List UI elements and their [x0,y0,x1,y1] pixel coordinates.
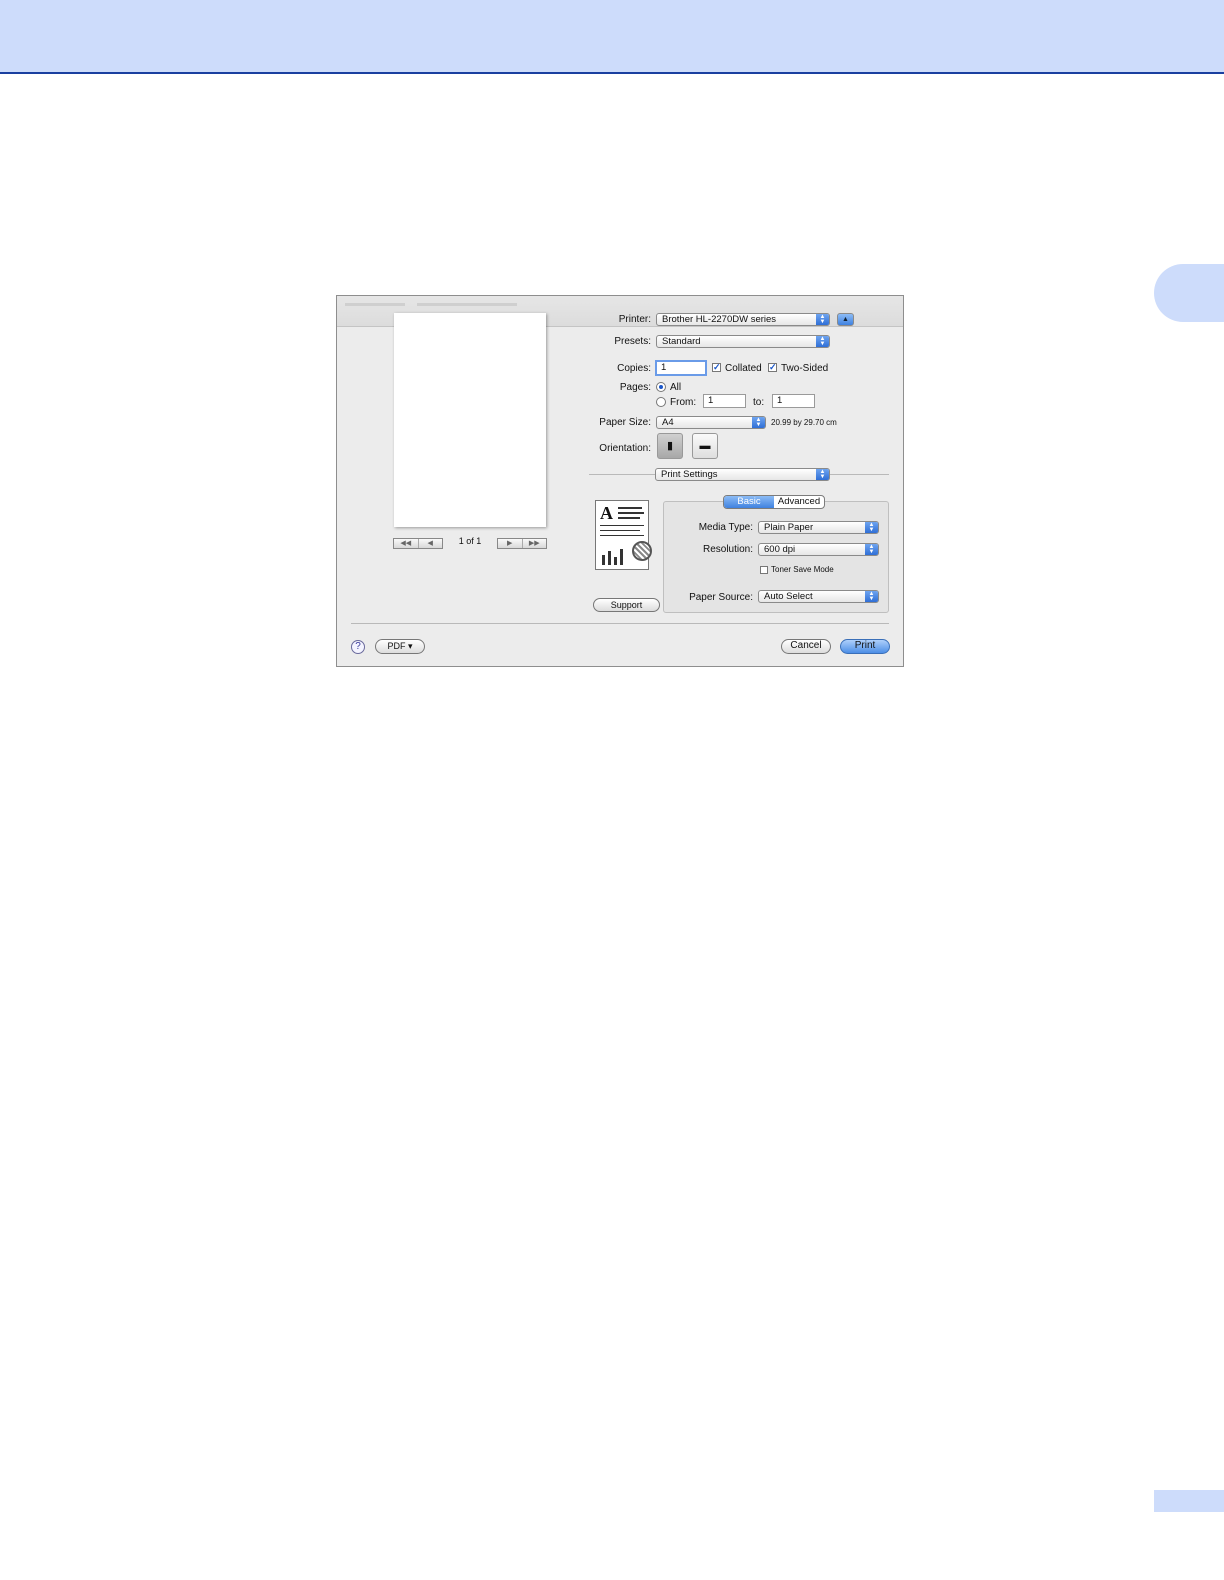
next-page-icon[interactable]: ▶ [498,539,523,548]
popup-arrows-icon: ▲ ▼ [865,544,878,555]
collated-checkbox[interactable]: ✓ [712,363,721,372]
preview-nav-back[interactable]: ◀◀ ◀ [393,538,443,549]
landscape-button[interactable]: ▬ [692,433,718,459]
disclosure-triangle-icon: ▲ [842,316,849,323]
portrait-icon: ▮ [666,440,674,452]
pages-to-label: to: [753,397,765,408]
last-page-icon[interactable]: ▶▶ [523,539,547,548]
tab-basic[interactable]: Basic [724,496,774,508]
media-type-value: Plain Paper [764,522,814,533]
printer-value: Brother HL-2270DW series [662,314,777,325]
printer-select[interactable]: Brother HL-2270DW series ▲ ▼ [656,313,830,326]
resolution-value: 600 dpi [764,544,796,555]
pages-from-radio[interactable] [656,397,666,407]
popup-arrows-icon: ▲ ▼ [816,336,829,347]
first-page-icon[interactable]: ◀◀ [394,539,419,548]
print-button[interactable]: Print [840,639,890,654]
page-counter: 1 of 1 [458,536,482,546]
tab-advanced[interactable]: Advanced [774,496,824,508]
support-button[interactable]: Support [593,598,660,612]
copies-field[interactable]: 1 [655,360,707,376]
paper-source-label: Paper Source: [689,592,753,603]
presets-value: Standard [662,336,701,347]
popup-arrows-icon: ▲ ▼ [816,314,829,325]
resolution-label: Resolution: [702,544,753,555]
cancel-button[interactable]: Cancel [781,639,831,654]
bottom-separator [351,623,889,624]
media-type-select[interactable]: Plain Paper ▲ ▼ [758,521,879,534]
help-icon[interactable]: ? [351,640,365,654]
toner-save-checkbox[interactable] [760,566,768,574]
pages-label: Pages: [619,382,651,393]
paper-size-select[interactable]: A4 ▲ ▼ [656,416,766,429]
paper-source-value: Auto Select [764,591,813,602]
settings-tabs: Basic Advanced [723,495,825,509]
two-sided-label: Two-Sided [781,363,829,374]
popup-arrows-icon: ▲ ▼ [752,417,765,428]
page-number-tab [1154,1490,1224,1512]
portrait-button[interactable]: ▮ [657,433,683,459]
pages-from-label: From: [670,397,697,408]
popup-arrows-icon: ▲ ▼ [865,522,878,533]
magnifier-icon [632,541,652,561]
preview-nav-forward[interactable]: ▶ ▶▶ [497,538,547,549]
print-settings-select[interactable]: Print Settings ▲ ▼ [655,468,830,481]
chapter-side-tab [1154,264,1224,322]
pages-from-field[interactable]: 1 [703,394,746,408]
paper-dimensions: 20.99 by 29.70 cm [771,418,837,427]
paper-size-value: A4 [662,417,674,428]
collated-label: Collated [725,363,762,374]
pages-all-label: All [670,382,682,393]
toner-save-label: Toner Save Mode [771,565,834,574]
pages-to-field[interactable]: 1 [772,394,815,408]
media-type-label: Media Type: [698,522,753,533]
two-sided-checkbox[interactable]: ✓ [768,363,777,372]
pdf-menu-button[interactable]: PDF ▾ [375,639,425,654]
document-thumbnail-icon: A [595,500,652,570]
landscape-icon: ▬ [699,440,711,452]
popup-arrows-icon: ▲ ▼ [816,469,829,480]
resolution-select[interactable]: 600 dpi ▲ ▼ [758,543,879,556]
page-preview [394,313,546,527]
printer-label: Printer: [618,314,651,325]
paper-size-label: Paper Size: [599,417,651,428]
copies-label: Copies: [617,363,651,374]
previous-page-icon[interactable]: ◀ [419,539,443,548]
presets-label: Presets: [614,336,651,347]
presets-select[interactable]: Standard ▲ ▼ [656,335,830,348]
page-header-band [0,0,1224,74]
print-dialog: ◀◀ ◀ 1 of 1 ▶ ▶▶ Printer: Brother HL-227… [336,295,904,667]
paper-source-select[interactable]: Auto Select ▲ ▼ [758,590,879,603]
print-settings-value: Print Settings [661,469,718,480]
disclosure-button[interactable]: ▲ [837,313,854,326]
pages-all-radio[interactable] [656,382,666,392]
popup-arrows-icon: ▲ ▼ [865,591,878,602]
orientation-label: Orientation: [599,443,651,454]
